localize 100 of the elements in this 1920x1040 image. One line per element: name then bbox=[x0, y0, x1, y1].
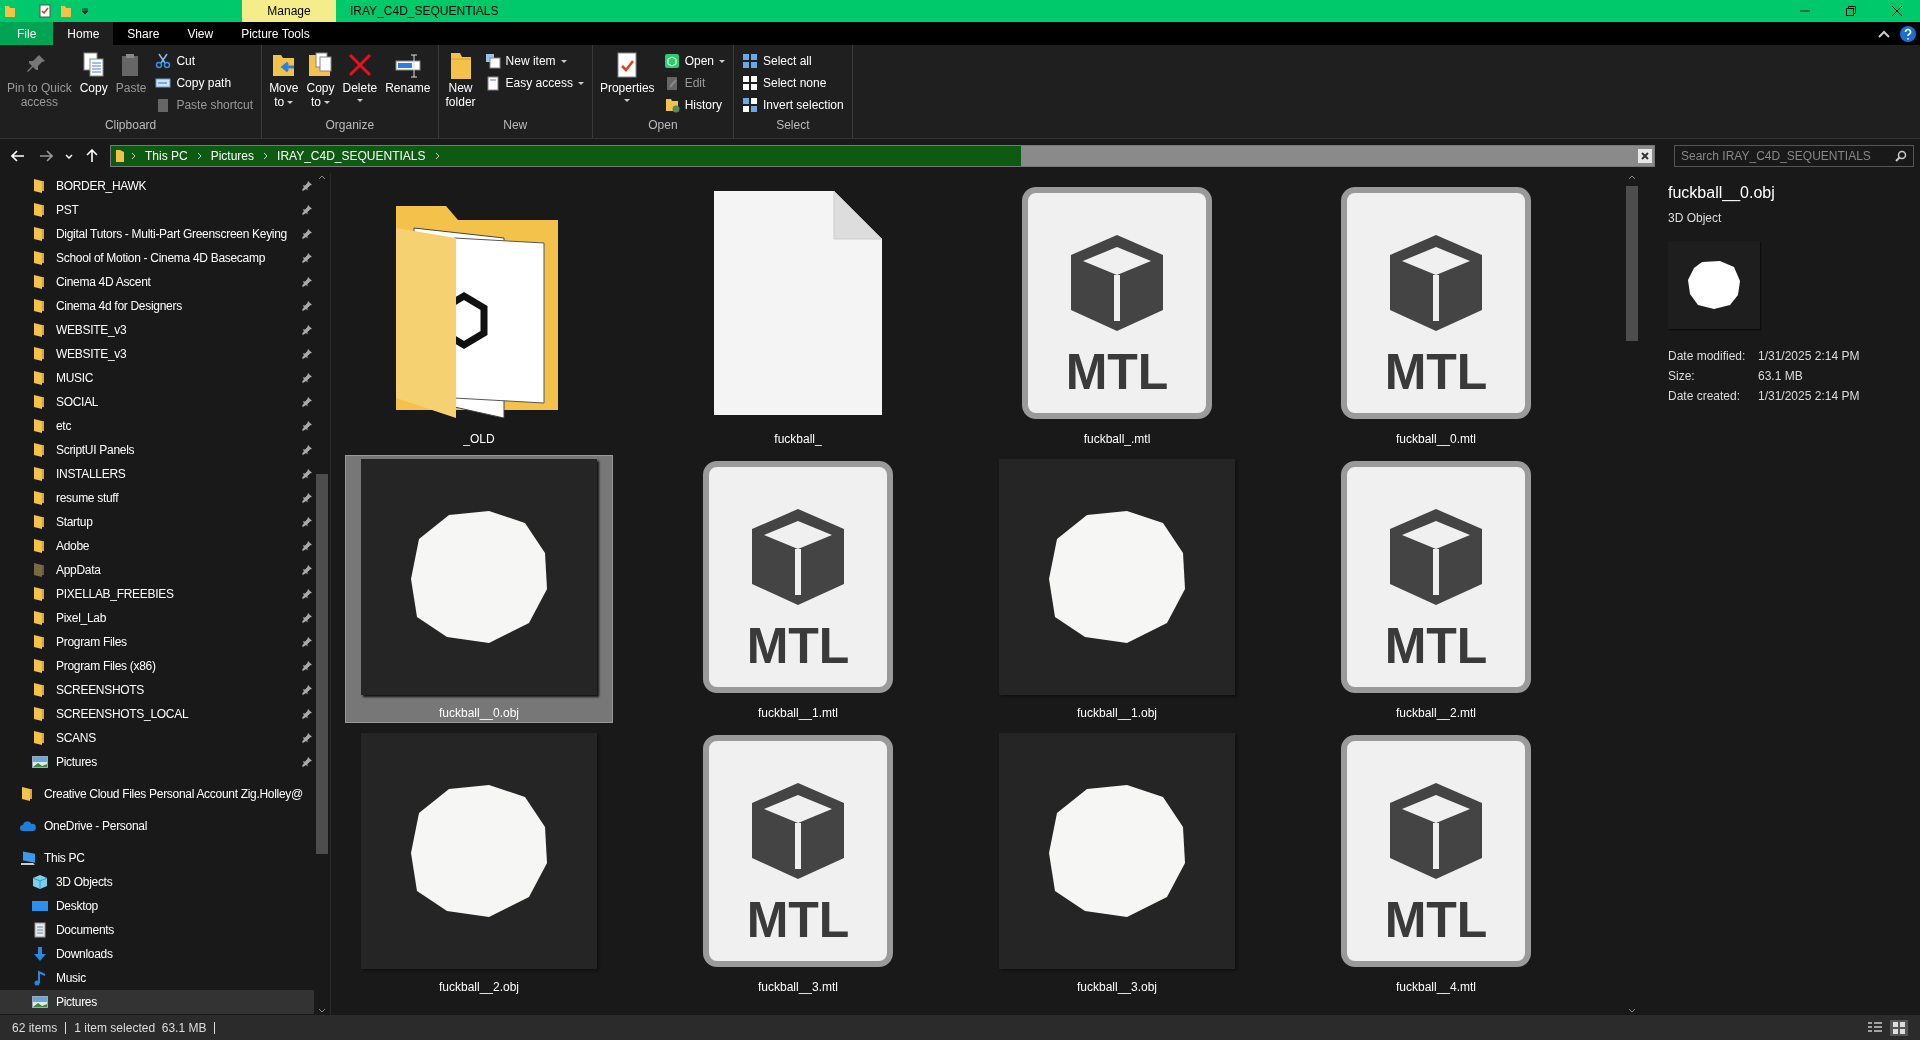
ribbon-button[interactable]: Delete bbox=[339, 51, 381, 102]
ribbon-tab[interactable]: Home bbox=[53, 22, 114, 45]
ribbon-button[interactable]: Move to bbox=[266, 51, 302, 109]
caret-icon bbox=[356, 99, 363, 102]
file-tile[interactable]: fuckball__2.obj bbox=[345, 729, 613, 997]
pin-icon bbox=[302, 517, 312, 527]
contextual-tab[interactable]: Manage bbox=[242, 0, 336, 22]
blank-file-icon bbox=[713, 190, 883, 416]
ribbon-button[interactable]: Copy path bbox=[155, 73, 254, 93]
nav-item[interactable]: SCANS bbox=[0, 726, 314, 750]
ribbon-button[interactable]: Select none bbox=[742, 73, 844, 93]
group-label: New bbox=[503, 117, 528, 134]
nav-item[interactable]: WEBSITE_v3 bbox=[0, 342, 314, 366]
nav-item[interactable]: Program Files bbox=[0, 630, 314, 654]
nav-item[interactable]: AppData bbox=[0, 558, 314, 582]
pin-icon bbox=[302, 253, 312, 263]
ribbon-button[interactable]: Copy to bbox=[303, 51, 338, 109]
nav-item[interactable]: Adobe bbox=[0, 534, 314, 558]
nav-item[interactable]: Pixel_Lab bbox=[0, 606, 314, 630]
grid-icon bbox=[742, 53, 758, 69]
nav-item[interactable]: Digital Tutors - Multi-Part Greenscreen Keying bbox=[0, 222, 314, 246]
nav-item[interactable]: MUSIC bbox=[0, 366, 314, 390]
large-icons-view-button[interactable] bbox=[1890, 1019, 1908, 1036]
clear-button[interactable] bbox=[1638, 149, 1652, 163]
ribbon-button[interactable]: Select all bbox=[742, 51, 844, 71]
nav-item[interactable]: SCREENSHOTS_LOCAL bbox=[0, 702, 314, 726]
pin-icon bbox=[302, 565, 312, 575]
nav-item[interactable]: School of Motion - Cinema 4D Basecamp bbox=[0, 246, 314, 270]
property-label: Date created: bbox=[1668, 388, 1742, 405]
ribbon-button[interactable]: Invert selection bbox=[742, 95, 844, 115]
nav-item[interactable]: PST bbox=[0, 198, 314, 222]
nav-item[interactable]: 3D Objects bbox=[0, 870, 314, 894]
pin-icon bbox=[302, 541, 312, 551]
nav-item[interactable]: Music bbox=[0, 966, 314, 990]
nav-item[interactable]: ScriptUI Panels bbox=[0, 438, 314, 462]
file-tile[interactable]: fuckball__3.obj bbox=[983, 729, 1251, 997]
ribbon-button[interactable]: Properties bbox=[596, 51, 658, 102]
ribbon-button[interactable]: New folder bbox=[442, 51, 479, 109]
mtl-file-icon: MTL bbox=[1341, 187, 1531, 419]
property-value: 1/31/2025 2:14 PM bbox=[1758, 348, 1861, 365]
pin-icon bbox=[302, 661, 312, 671]
ribbon-button[interactable]: Easy access bbox=[484, 73, 584, 93]
address-bar[interactable]: This PC Pictures IRAY_C4D_SEQUENTIALS bbox=[110, 145, 1655, 167]
nav-item[interactable]: SCREENSHOTS bbox=[0, 678, 314, 702]
ribbon-button[interactable]: Open bbox=[663, 51, 725, 71]
nav-item[interactable]: Cinema 4D Ascent bbox=[0, 270, 314, 294]
pin-icon bbox=[302, 493, 312, 503]
desktop-icon bbox=[32, 898, 48, 914]
file-tile[interactable]: fuckball_ bbox=[664, 181, 932, 449]
nav-item[interactable]: This PC bbox=[0, 846, 314, 870]
scrollbar-thumb[interactable] bbox=[1626, 186, 1638, 341]
folder-pages-icon bbox=[306, 51, 335, 79]
file-name: fuckball__0.obj bbox=[1668, 183, 1776, 204]
ribbon-button[interactable]: History bbox=[663, 95, 725, 115]
breadcrumb[interactable]: This PC bbox=[142, 147, 191, 165]
breadcrumb[interactable]: Pictures bbox=[207, 147, 258, 165]
file-tile[interactable]: MTL fuckball__0.mtl bbox=[1302, 181, 1570, 449]
group-label: Clipboard bbox=[104, 117, 157, 134]
nav-item[interactable]: Program Files (x86) bbox=[0, 654, 314, 678]
pin-icon bbox=[302, 709, 312, 719]
file-tile[interactable]: MTL fuckball__3.mtl bbox=[664, 729, 932, 997]
nav-item[interactable]: Creative Cloud Files Personal Account Zig.Holley@ bbox=[0, 782, 314, 806]
nav-item[interactable]: OneDrive - Personal bbox=[0, 814, 314, 838]
nav-item[interactable]: PIXELLAB_FREEBIES bbox=[0, 582, 314, 606]
file-tile[interactable]: MTL fuckball_.mtl bbox=[983, 181, 1251, 449]
ribbon-button[interactable]: New item bbox=[484, 51, 584, 71]
nav-item[interactable]: BORDER_HAWK bbox=[0, 174, 314, 198]
file-tile[interactable]: MTL fuckball__4.mtl bbox=[1302, 729, 1570, 997]
file-tile[interactable]: MTL fuckball__2.mtl bbox=[1302, 455, 1570, 723]
nav-item[interactable]: resume stuff bbox=[0, 486, 314, 510]
nav-item[interactable]: Pictures bbox=[0, 990, 314, 1014]
file-tile[interactable]: fuckball__0.obj bbox=[345, 455, 613, 723]
chevron-right-icon bbox=[263, 152, 269, 160]
pin-icon bbox=[302, 325, 312, 335]
file-tile[interactable]: MTL fuckball__1.mtl bbox=[664, 455, 932, 723]
page-icon bbox=[484, 75, 501, 91]
ribbon-button[interactable]: Cut bbox=[155, 51, 254, 71]
nav-item[interactable]: INSTALLERS bbox=[0, 462, 314, 486]
nav-item[interactable]: Desktop bbox=[0, 894, 314, 918]
pin-icon bbox=[302, 637, 312, 647]
file-tile[interactable]: _OLD bbox=[345, 181, 613, 449]
search-field[interactable]: Search IRAY_C4D_SEQUENTIALS bbox=[1674, 145, 1914, 167]
ribbon-button[interactable]: Copy bbox=[76, 51, 111, 95]
nav-item[interactable]: WEBSITE_v3 bbox=[0, 318, 314, 342]
nav-item[interactable]: Startup bbox=[0, 510, 314, 534]
back-arrow-icon bbox=[11, 150, 25, 162]
ribbon-button[interactable]: Rename bbox=[382, 51, 434, 95]
nav-item[interactable]: SOCIAL bbox=[0, 390, 314, 414]
nav-item[interactable]: Downloads bbox=[0, 942, 314, 966]
nav-item[interactable]: Cinema 4d for Designers bbox=[0, 294, 314, 318]
collapse-icon bbox=[1878, 29, 1890, 38]
nav-item[interactable]: etc bbox=[0, 414, 314, 438]
nav-item[interactable]: Pictures bbox=[0, 750, 314, 774]
nav-item[interactable]: Documents bbox=[0, 918, 314, 942]
scrollbar-thumb[interactable] bbox=[316, 474, 328, 854]
cube-icon bbox=[32, 874, 48, 890]
up-arrow-icon bbox=[86, 149, 98, 163]
breadcrumb[interactable]: IRAY_C4D_SEQUENTIALS bbox=[274, 147, 429, 165]
file-tile[interactable]: fuckball__1.obj bbox=[983, 455, 1251, 723]
chevron-up-icon bbox=[318, 175, 326, 180]
